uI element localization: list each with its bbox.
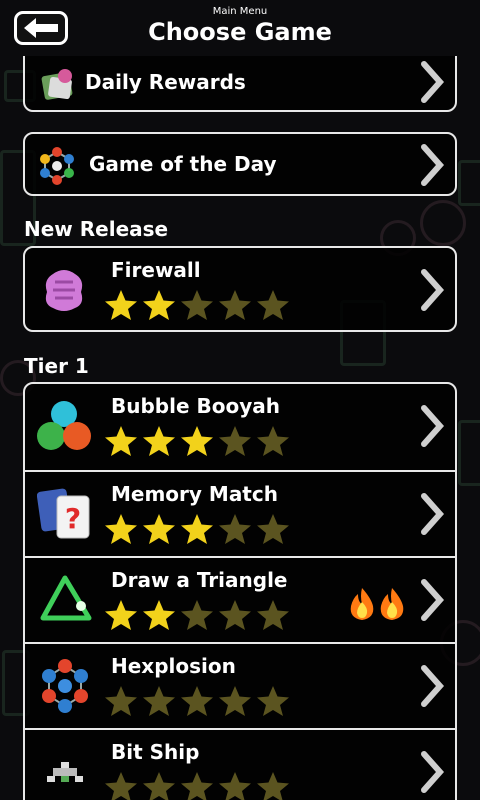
game-item-hexplosion[interactable]: Hexplosion xyxy=(25,642,455,730)
star-empty-icon xyxy=(219,772,251,800)
cards-icon: ? xyxy=(37,488,90,539)
game-name: Firewall xyxy=(111,258,201,282)
star-empty-icon xyxy=(219,600,251,630)
header-subtitle: Main Menu xyxy=(212,6,268,17)
rating-stars xyxy=(103,770,291,800)
chevron-right-icon xyxy=(421,405,445,447)
rating-stars xyxy=(103,288,291,322)
star-filled-icon xyxy=(105,290,137,320)
game-name: Bubble Booyah xyxy=(111,394,280,418)
game-name: Memory Match xyxy=(111,482,278,506)
rating-stars xyxy=(103,598,291,632)
star-filled-icon xyxy=(143,600,175,630)
game-item-memory-match[interactable]: ? Memory Match xyxy=(25,470,455,558)
star-empty-icon xyxy=(181,600,213,630)
rating-stars xyxy=(103,424,291,458)
page-title: Choose Game xyxy=(148,18,332,46)
star-empty-icon xyxy=(219,514,251,544)
star-filled-icon xyxy=(143,514,175,544)
star-empty-icon xyxy=(219,686,251,716)
bubbles-icon xyxy=(37,401,91,450)
svg-text:?: ? xyxy=(65,502,81,535)
chevron-right-icon xyxy=(421,493,445,535)
star-empty-icon xyxy=(257,426,289,456)
star-empty-icon xyxy=(181,686,213,716)
game-list[interactable]: Daily Rewards Game of the Day New Releas… xyxy=(0,56,480,800)
star-empty-icon xyxy=(257,514,289,544)
game-of-the-day-label: Game of the Day xyxy=(89,152,277,176)
fire-icon xyxy=(350,588,374,620)
star-empty-icon xyxy=(181,772,213,800)
game-item-firewall[interactable]: Firewall xyxy=(23,246,457,332)
game-of-the-day-item[interactable]: Game of the Day xyxy=(23,132,457,196)
star-empty-icon xyxy=(257,772,289,800)
section-title-tier-1: Tier 1 xyxy=(24,354,89,378)
star-empty-icon xyxy=(257,686,289,716)
game-name: Bit Ship xyxy=(111,740,200,764)
rating-stars xyxy=(103,684,291,718)
game-name: Hexplosion xyxy=(111,654,236,678)
chevron-right-icon xyxy=(421,144,445,186)
chevron-right-icon xyxy=(421,269,445,311)
star-filled-icon xyxy=(181,514,213,544)
star-filled-icon xyxy=(143,290,175,320)
chevron-right-icon xyxy=(421,751,445,793)
chevron-right-icon xyxy=(421,579,445,621)
daily-rewards-label: Daily Rewards xyxy=(85,70,246,94)
chevron-right-icon xyxy=(421,61,445,103)
fire-icon xyxy=(380,588,404,620)
rating-stars xyxy=(103,512,291,546)
tier-1-list: Bubble Booyah ? Memory Match Draw a Tria… xyxy=(23,382,457,800)
firewall-icon xyxy=(45,270,83,311)
game-item-bubble-booyah[interactable]: Bubble Booyah xyxy=(25,384,455,470)
star-filled-icon xyxy=(105,426,137,456)
header: Main Menu Choose Game xyxy=(0,0,480,56)
star-filled-icon xyxy=(181,426,213,456)
chevron-right-icon xyxy=(421,665,445,707)
star-empty-icon xyxy=(219,426,251,456)
hex-molecule-icon xyxy=(40,147,74,185)
star-empty-icon xyxy=(105,772,137,800)
game-item-draw-a-triangle[interactable]: Draw a Triangle xyxy=(25,556,455,644)
hexplosion-icon xyxy=(42,659,88,713)
hot-badge xyxy=(347,586,407,622)
triangle-icon xyxy=(40,575,92,621)
star-empty-icon xyxy=(143,772,175,800)
star-empty-icon xyxy=(181,290,213,320)
game-item-bit-ship[interactable]: Bit Ship xyxy=(25,728,455,800)
star-empty-icon xyxy=(105,686,137,716)
pixel-ship-icon xyxy=(47,762,83,782)
star-empty-icon xyxy=(143,686,175,716)
daily-rewards-item[interactable]: Daily Rewards xyxy=(23,56,457,112)
game-name: Draw a Triangle xyxy=(111,568,288,592)
star-empty-icon xyxy=(257,290,289,320)
star-filled-icon xyxy=(105,514,137,544)
star-empty-icon xyxy=(219,290,251,320)
star-filled-icon xyxy=(105,600,137,630)
rewards-icon xyxy=(41,69,73,100)
star-empty-icon xyxy=(257,600,289,630)
star-filled-icon xyxy=(143,426,175,456)
section-title-new-release: New Release xyxy=(24,217,169,241)
